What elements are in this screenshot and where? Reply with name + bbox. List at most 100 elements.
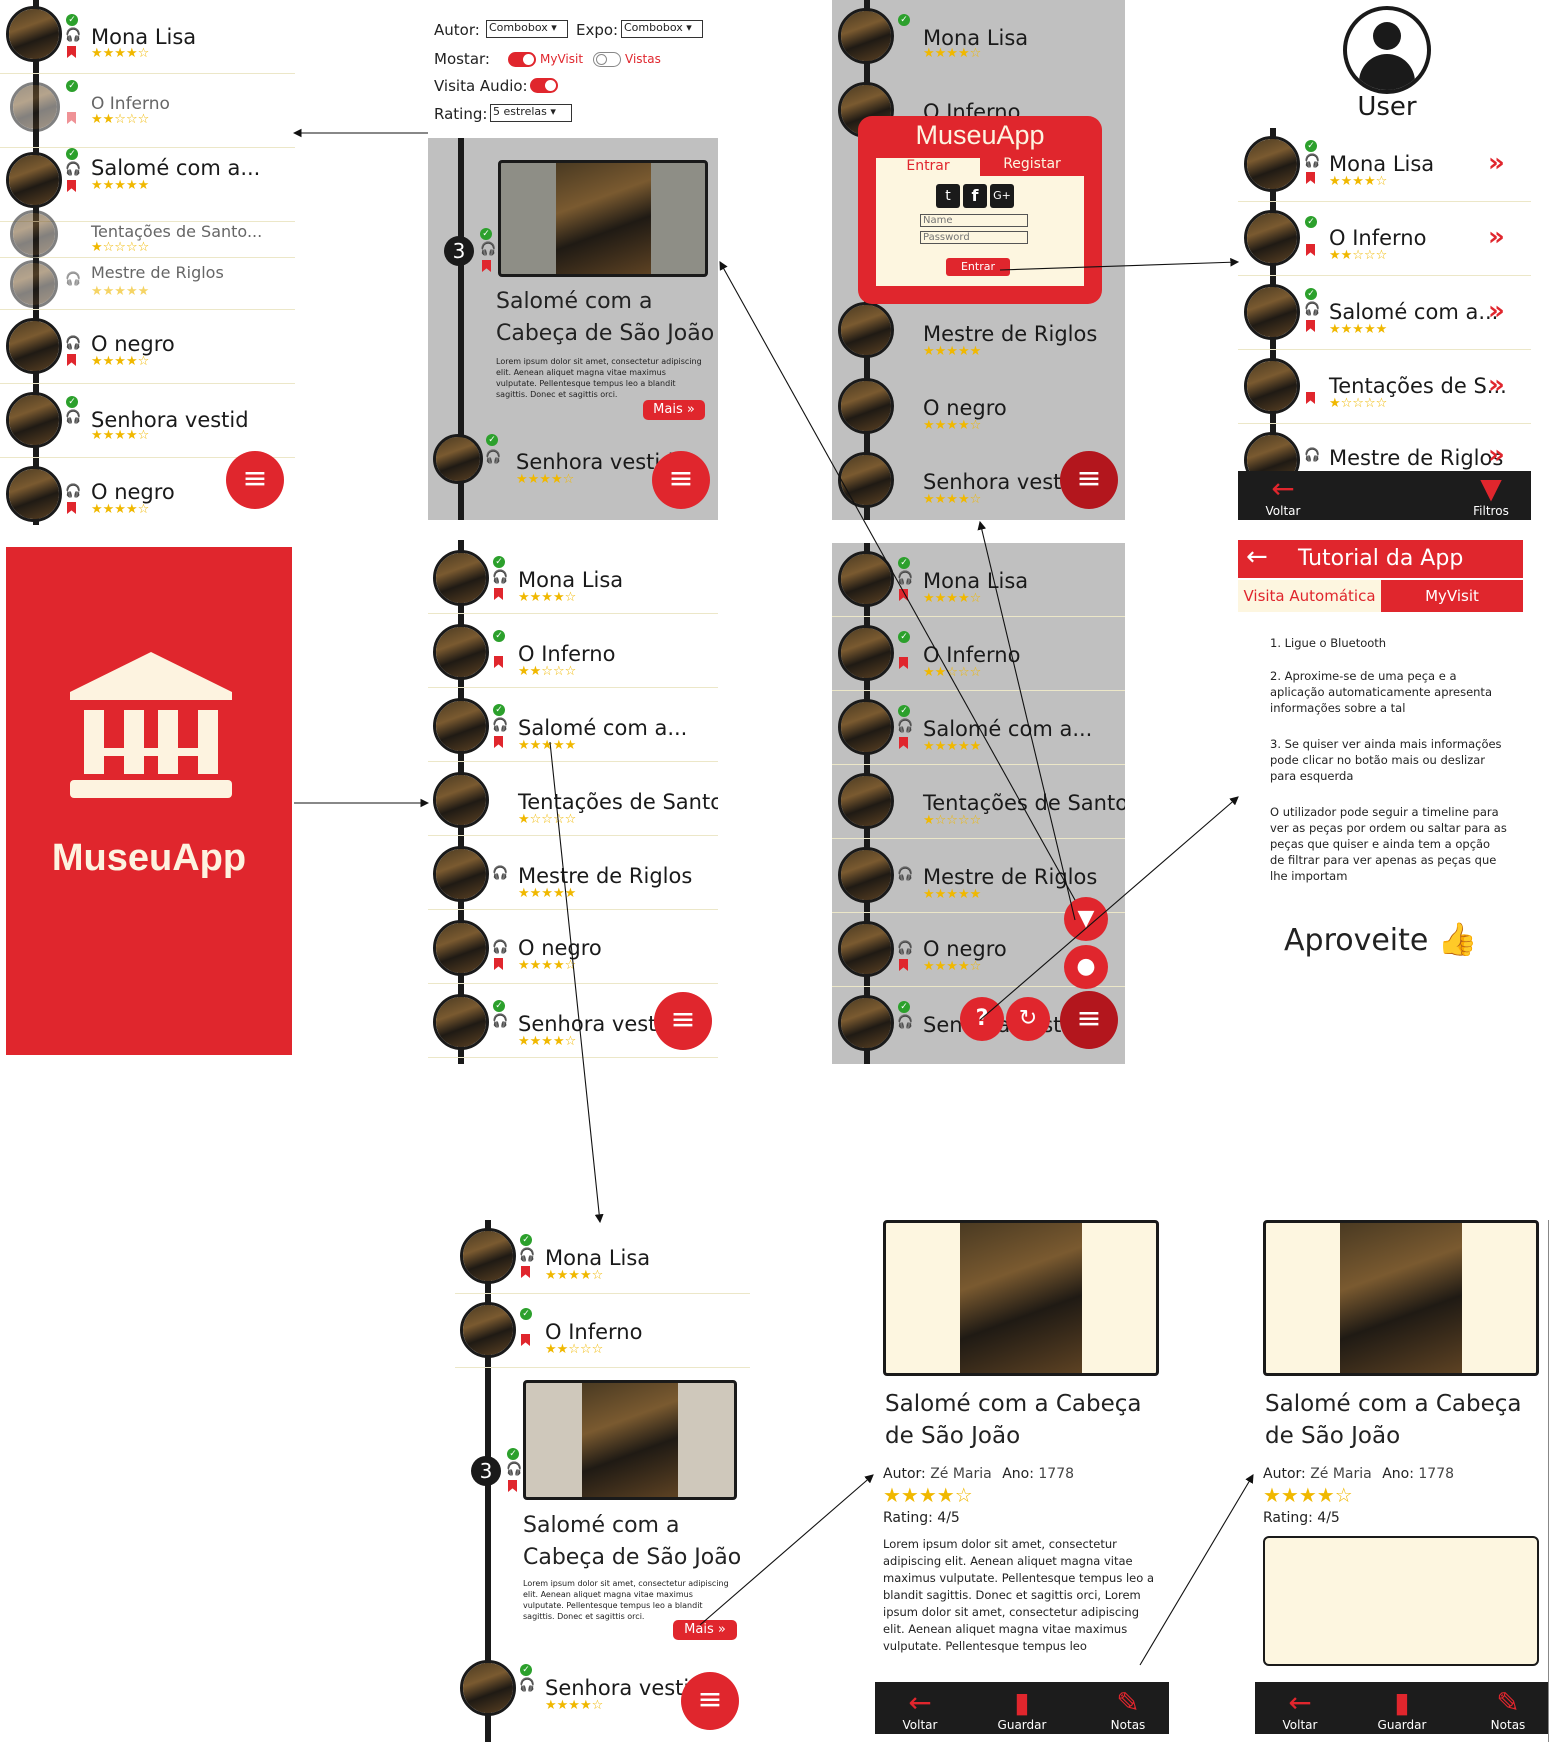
twitter-icon[interactable]: t — [936, 184, 960, 208]
painting-frame — [1263, 1220, 1539, 1376]
filter-icon[interactable]: ▼ — [1064, 897, 1108, 941]
list-item[interactable]: Tentações de S... ★☆☆☆☆ » — [1238, 350, 1531, 424]
list-item-title: Mestre de Riglos — [923, 865, 1098, 889]
menu-button[interactable]: ≡ — [681, 1672, 739, 1730]
screen-login-overlay: ✓ Mona Lisa ★★★★☆ O Inferno Mestre de Ri… — [832, 0, 1125, 520]
myvisit-toggle[interactable] — [508, 52, 536, 67]
rating-stars: ★★★★★ — [923, 739, 982, 754]
tab-visita-automatica[interactable]: Visita Automática — [1238, 580, 1381, 612]
notes-button[interactable]: ✎ Notas — [1473, 1686, 1543, 1733]
name-input[interactable] — [920, 214, 1028, 227]
list-item[interactable]: ✓ O Inferno ★★☆☆☆ — [455, 1294, 750, 1368]
list-item[interactable]: ✓ O Inferno ★★☆☆☆ — [428, 614, 718, 688]
notes-textarea[interactable] — [1263, 1536, 1539, 1666]
open-detail-icon[interactable]: » — [1488, 222, 1505, 252]
back-arrow-icon[interactable]: ← — [1246, 542, 1268, 572]
list-item[interactable]: ✓ O Inferno ★★☆☆☆ » — [1238, 202, 1531, 276]
screen-filters-expanded: Autor: Combobox ▾ Expo: Combobox ▾ Mosta… — [428, 0, 718, 520]
thumbnail — [460, 1302, 516, 1358]
headphones-icon: 🎧 — [492, 718, 509, 733]
more-button[interactable]: Mais » — [673, 1620, 737, 1640]
title-line-2: Cabeça de São João — [523, 1545, 742, 1570]
list-item-title: Mestre de Riglos — [518, 864, 693, 888]
tutorial-outro: Aproveite 👍 — [1284, 920, 1478, 958]
list-item[interactable]: Tentações de Santo... ★☆☆☆☆ — [832, 765, 1125, 839]
list-item[interactable]: 🎧 O negro ★★★★☆ — [428, 910, 718, 984]
menu-button[interactable]: ≡ — [1060, 991, 1118, 1049]
filter-expo-select[interactable]: Combobox ▾ — [621, 20, 703, 38]
title-line-1: Salomé com a Cabeça — [1265, 1391, 1522, 1417]
list-item[interactable]: ✓ 🎧 Mona Lisa ★★★★☆ — [0, 0, 295, 74]
back-button[interactable]: ← Voltar — [1248, 474, 1318, 519]
save-button[interactable]: ▮ Guardar — [987, 1688, 1057, 1733]
open-detail-icon[interactable]: » — [1488, 296, 1505, 326]
user-icon[interactable]: ● — [1064, 945, 1108, 989]
list-item[interactable]: ✓ 🎧 Mona Lisa ★★★★☆ — [455, 1220, 750, 1294]
list-item[interactable]: ✓ 🎧 Mona Lisa ★★★★☆ » — [1238, 128, 1531, 202]
help-icon[interactable]: ? — [960, 997, 1004, 1041]
facebook-icon[interactable]: f — [963, 184, 987, 208]
painting-frame — [523, 1380, 737, 1500]
refresh-icon[interactable]: ↻ — [1006, 997, 1050, 1041]
headphones-icon: 🎧 — [492, 1014, 509, 1029]
open-detail-icon[interactable]: » — [1488, 440, 1505, 470]
menu-button[interactable]: ≡ — [652, 451, 710, 509]
save-button[interactable]: ▮ Guardar — [1367, 1688, 1437, 1733]
back-button[interactable]: ← Voltar — [885, 1688, 955, 1733]
list-item[interactable]: 🎧 O negro ★★★★☆ — [0, 310, 295, 384]
vistas-toggle[interactable] — [593, 52, 621, 67]
list-item-title: Salomé com a... — [1329, 300, 1499, 324]
tab-myvisit[interactable]: MyVisit — [1381, 580, 1523, 612]
password-input[interactable] — [920, 231, 1028, 244]
headphones-icon: 🎧 — [519, 1248, 536, 1263]
list-item[interactable]: ✓ 🎧 Mona Lisa ★★★★☆ — [832, 543, 1125, 617]
filters-button[interactable]: ▼ Filtros — [1456, 474, 1526, 519]
more-button[interactable]: Mais » — [643, 400, 705, 420]
thumbnail — [838, 699, 894, 755]
list-item[interactable]: ✓ 🎧 Salomé com a... ★★★★★ — [832, 691, 1125, 765]
list-item[interactable]: ✓ O Inferno ★★☆☆☆ — [832, 617, 1125, 691]
list-item[interactable]: 🎧 Mestre de Riglos ★★★★★ — [428, 836, 718, 910]
visited-check-icon: ✓ — [898, 557, 910, 569]
edit-icon: ✎ — [1496, 1686, 1520, 1719]
rating-stars: ★★★★★ — [1329, 322, 1388, 337]
bookmark-icon — [899, 657, 908, 669]
menu-button[interactable]: ≡ — [226, 451, 284, 509]
audio-toggle[interactable] — [530, 78, 558, 93]
back-button[interactable]: ← Voltar — [1265, 1688, 1335, 1733]
thumbnail — [838, 847, 894, 903]
login-submit-button[interactable]: Entrar — [946, 258, 1010, 276]
filter-rating-select[interactable]: 5 estrelas ▾ — [490, 104, 572, 122]
list-item[interactable]: ✓ O Inferno ★★☆☆☆ — [0, 74, 295, 148]
list-item-title: Tentações de Santo... — [518, 790, 718, 814]
bookmark-icon — [899, 959, 908, 971]
filter-rating-label: Rating: — [434, 105, 488, 123]
menu-button[interactable]: ≡ — [1060, 451, 1118, 509]
list-item[interactable]: ✓ 🎧 Senhora vestid ★★★★☆ — [0, 384, 295, 458]
visited-check-icon: ✓ — [1305, 140, 1317, 152]
google-plus-icon[interactable]: G+ — [990, 184, 1014, 208]
thumbnail — [460, 1660, 516, 1716]
list-item[interactable]: ✓ 🎧 Salomé com a... ★★★★★ » — [1238, 276, 1531, 350]
tab-registar[interactable]: Registar — [980, 156, 1084, 176]
list-item[interactable]: Tentações de Santo... ★☆☆☆☆ — [0, 208, 295, 258]
visited-check-icon: ✓ — [66, 148, 78, 160]
select-value: 5 estrelas — [493, 105, 547, 118]
open-detail-icon[interactable]: » — [1488, 370, 1505, 400]
filter-autor-select[interactable]: Combobox ▾ — [486, 20, 568, 38]
tab-entrar[interactable]: Entrar — [876, 158, 980, 176]
bookmark-icon — [482, 260, 491, 272]
menu-button[interactable]: ≡ — [654, 992, 712, 1050]
list-item[interactable]: ✓ 🎧 Mona Lisa ★★★★☆ — [428, 540, 718, 614]
list-item[interactable]: ✓ 🎧 Salomé com a... ★★★★★ — [428, 688, 718, 762]
bookmark-icon — [899, 589, 908, 601]
bookmark-icon — [521, 1266, 530, 1278]
list-item[interactable]: 🎧 Mestre de Riglos ★★★★★ — [0, 258, 295, 310]
headphones-icon: 🎧 — [65, 410, 82, 425]
list-item[interactable]: Tentações de Santo... ★☆☆☆☆ — [428, 762, 718, 836]
rating-stars: ★★★★★ — [518, 886, 577, 901]
myvisit-label: MyVisit — [540, 52, 584, 66]
notes-button[interactable]: ✎ Notas — [1093, 1688, 1163, 1733]
open-detail-icon[interactable]: » — [1488, 148, 1505, 178]
headphones-icon: 🎧 — [492, 940, 509, 955]
